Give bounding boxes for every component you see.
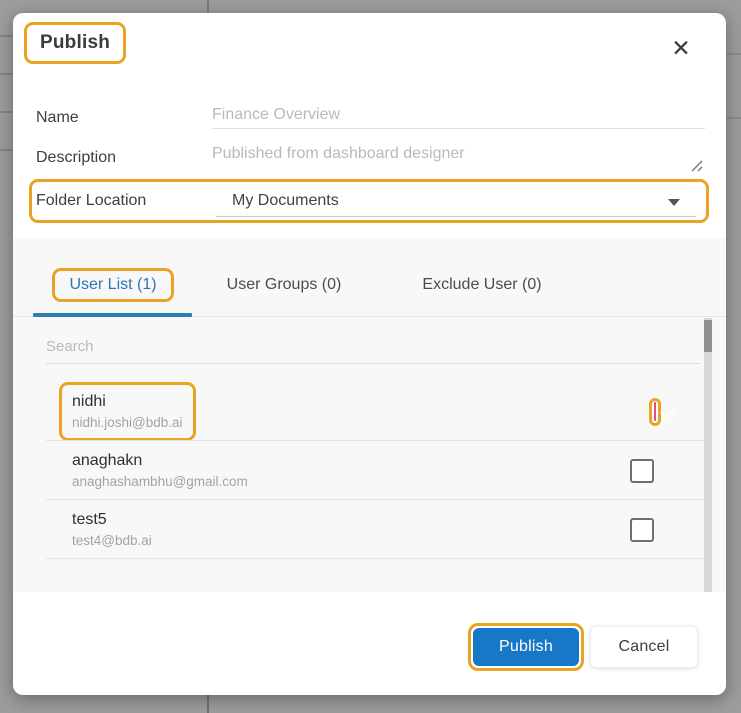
tab-user-groups-label: User Groups (0) bbox=[227, 276, 342, 293]
dialog-title: Publish bbox=[40, 32, 110, 53]
background-gridline bbox=[0, 111, 13, 113]
annotation-highlight-publish: Publish bbox=[468, 623, 584, 671]
folder-location-value: My Documents bbox=[232, 192, 339, 210]
user-email: anaghashambhu@gmail.com bbox=[72, 472, 248, 492]
description-label: Description bbox=[36, 149, 116, 167]
resize-handle-icon[interactable] bbox=[690, 159, 703, 172]
scrollbar-track[interactable] bbox=[704, 318, 712, 592]
tab-user-groups[interactable]: User Groups (0) bbox=[193, 268, 375, 302]
user-name: test5 bbox=[72, 508, 152, 531]
user-checkbox[interactable] bbox=[630, 459, 654, 483]
annotation-highlight-checkbox bbox=[649, 398, 661, 426]
active-tab-indicator bbox=[33, 313, 192, 317]
user-email: test4@bdb.ai bbox=[72, 531, 152, 551]
user-row-anaghakn[interactable]: anaghakn anaghashambhu@gmail.com bbox=[13, 441, 726, 500]
folder-location-label: Folder Location bbox=[36, 192, 146, 210]
name-label: Name bbox=[36, 109, 79, 127]
annotation-highlight-user: nidhi nidhi.joshi@bdb.ai bbox=[59, 382, 196, 442]
user-selection-panel: User List (1) User Groups (0) Exclude Us… bbox=[13, 238, 726, 592]
user-row-nidhi[interactable]: nidhi nidhi.joshi@bdb.ai bbox=[13, 382, 726, 441]
tab-user-list[interactable]: User List (1) bbox=[33, 268, 193, 302]
tab-user-list-label: User List (1) bbox=[69, 276, 156, 293]
description-textarea[interactable] bbox=[212, 141, 705, 175]
annotation-highlight-tab: User List (1) bbox=[52, 268, 173, 302]
annotation-highlight-folder: Folder Location My Documents bbox=[29, 179, 709, 223]
tab-exclude-user[interactable]: Exclude User (0) bbox=[375, 268, 589, 302]
select-underline bbox=[216, 216, 696, 217]
background-gridline bbox=[0, 35, 13, 37]
user-name: anaghakn bbox=[72, 449, 248, 472]
user-checkbox-checked[interactable] bbox=[654, 402, 656, 421]
publish-button[interactable]: Publish bbox=[473, 628, 579, 666]
cancel-button[interactable]: Cancel bbox=[590, 626, 698, 668]
scrollbar-thumb[interactable] bbox=[704, 320, 712, 352]
name-input[interactable] bbox=[212, 102, 705, 129]
publish-dialog: Publish ✕ Name Description Folder Locati… bbox=[13, 13, 726, 695]
background-gridline bbox=[207, 0, 209, 13]
background-gridline bbox=[207, 694, 209, 713]
search-input[interactable] bbox=[46, 334, 700, 364]
tab-exclude-user-label: Exclude User (0) bbox=[422, 276, 541, 293]
background-gridline bbox=[0, 73, 13, 75]
background-gridline bbox=[726, 117, 741, 119]
user-row-test5[interactable]: test5 test4@bdb.ai bbox=[13, 500, 726, 559]
chevron-down-icon bbox=[668, 199, 680, 206]
user-email: nidhi.joshi@bdb.ai bbox=[72, 413, 183, 433]
background-gridline bbox=[0, 149, 13, 151]
close-button[interactable]: ✕ bbox=[665, 33, 697, 65]
annotation-highlight-title: Publish bbox=[24, 22, 126, 64]
tab-bar: User List (1) User Groups (0) Exclude Us… bbox=[33, 268, 589, 302]
folder-location-select[interactable]: My Documents bbox=[216, 182, 696, 220]
user-name: nidhi bbox=[72, 390, 183, 413]
user-checkbox[interactable] bbox=[630, 518, 654, 542]
user-list: nidhi nidhi.joshi@bdb.ai anaghakn anagha… bbox=[13, 382, 726, 559]
background-gridline bbox=[726, 53, 741, 55]
